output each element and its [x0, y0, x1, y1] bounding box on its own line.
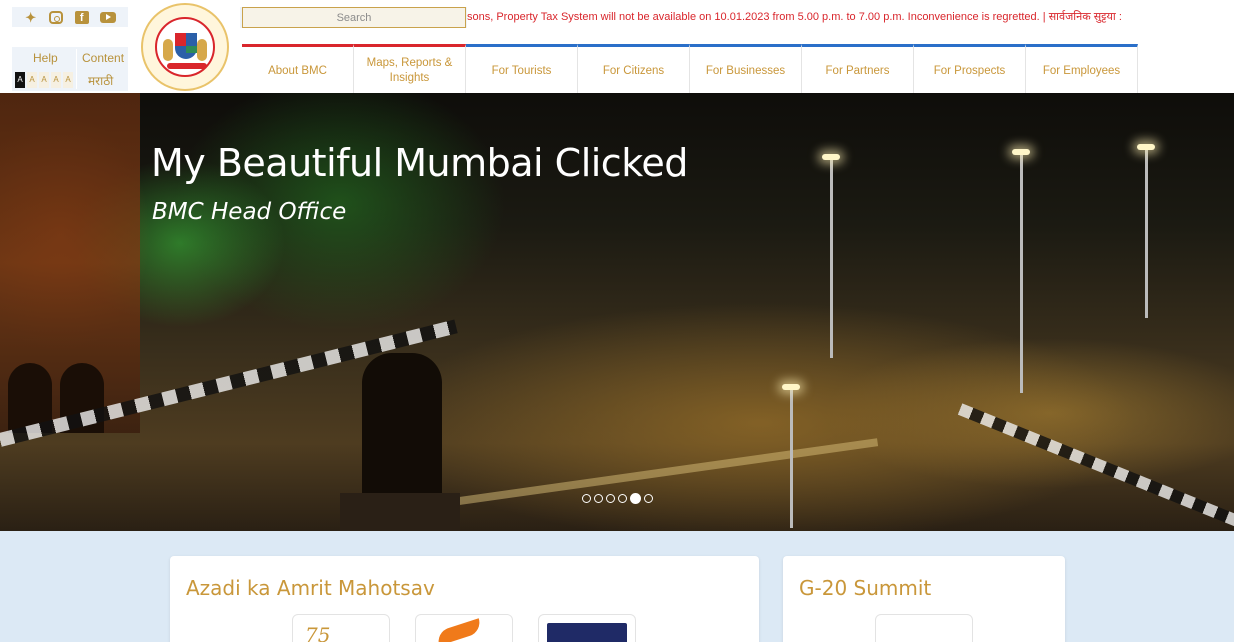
- nav-item-maps-reports[interactable]: Maps, Reports & Insights: [354, 44, 466, 93]
- content-link[interactable]: Content: [82, 51, 124, 65]
- nav-item-about-bmc[interactable]: About BMC: [242, 44, 354, 93]
- carousel-dots: [582, 493, 653, 504]
- font-size-controls: A A A A A: [15, 72, 73, 88]
- hero-street-lamp: [782, 384, 800, 528]
- utility-panel: Help Content A A A A A मराठी: [12, 47, 128, 91]
- language-toggle[interactable]: मराठी: [88, 72, 113, 89]
- search-input[interactable]: [242, 7, 466, 28]
- hero-statue: [362, 353, 442, 503]
- azadi-thumbnail[interactable]: 75: [292, 614, 390, 642]
- card-title: Azadi ka Amrit Mahotsav: [186, 576, 435, 600]
- hero-title: My Beautiful Mumbai Clicked: [151, 141, 688, 185]
- instagram-icon[interactable]: [49, 10, 64, 24]
- azadi-logo-mark: 75: [305, 623, 331, 642]
- hero-street-lamp: [1137, 144, 1155, 318]
- campaign-thumbnail[interactable]: [415, 614, 513, 642]
- carousel-dot[interactable]: [594, 494, 603, 503]
- carousel-dot-active[interactable]: [630, 493, 641, 504]
- font-size-option[interactable]: A: [39, 72, 49, 88]
- font-size-option[interactable]: A: [63, 72, 73, 88]
- hero-street-lamp: [822, 154, 840, 358]
- main-nav: About BMC Maps, Reports & Insights For T…: [242, 44, 1222, 93]
- nav-item-tourists[interactable]: For Tourists: [466, 44, 578, 93]
- site-header: ✦ f Help Content A A A A A मराठी sons, P…: [0, 0, 1234, 93]
- campaign-logo-mark: [434, 618, 484, 642]
- nav-item-businesses[interactable]: For Businesses: [690, 44, 802, 93]
- twitter-icon[interactable]: ✦: [24, 11, 38, 24]
- font-size-option[interactable]: A: [27, 72, 37, 88]
- carousel-dot[interactable]: [644, 494, 653, 503]
- nav-item-partners[interactable]: For Partners: [802, 44, 914, 93]
- search-ticker-bar: sons, Property Tax System will not be av…: [240, 7, 1223, 28]
- logo-lion-left: [163, 39, 173, 61]
- g20-thumbnail[interactable]: [875, 614, 973, 642]
- carousel-dot[interactable]: [582, 494, 591, 503]
- hero-kerb: [957, 403, 1234, 527]
- hero-subtitle: BMC Head Office: [152, 199, 347, 225]
- azadi-card: Azadi ka Amrit Mahotsav 75: [170, 556, 759, 642]
- nav-item-employees[interactable]: For Employees: [1026, 44, 1138, 93]
- logo-emblem: [155, 17, 215, 77]
- utility-divider: [76, 49, 77, 89]
- bmc-logo[interactable]: [141, 3, 229, 91]
- nav-item-citizens[interactable]: For Citizens: [578, 44, 690, 93]
- font-size-option[interactable]: A: [15, 72, 25, 88]
- logo-lion-right: [197, 39, 207, 61]
- youtube-icon[interactable]: [100, 11, 117, 23]
- logo-ribbon: [167, 63, 207, 69]
- help-link[interactable]: Help: [33, 51, 58, 65]
- card-title: G-20 Summit: [799, 576, 932, 600]
- g20-card: G-20 Summit: [783, 556, 1065, 642]
- campaign-banner-mark: [547, 623, 627, 642]
- hero-street-lamp: [1012, 149, 1030, 393]
- font-size-option[interactable]: A: [51, 72, 61, 88]
- carousel-dot[interactable]: [606, 494, 615, 503]
- nav-item-prospects[interactable]: For Prospects: [914, 44, 1026, 93]
- hero-carousel[interactable]: My Beautiful Mumbai Clicked BMC Head Off…: [0, 93, 1234, 531]
- facebook-icon[interactable]: f: [74, 10, 89, 24]
- carousel-dot[interactable]: [618, 494, 627, 503]
- hero-pedestal: [340, 493, 460, 531]
- social-links: ✦ f: [12, 7, 128, 27]
- campaign-thumbnail[interactable]: [538, 614, 636, 642]
- news-ticker[interactable]: sons, Property Tax System will not be av…: [467, 7, 1223, 28]
- logo-shield: [175, 33, 197, 59]
